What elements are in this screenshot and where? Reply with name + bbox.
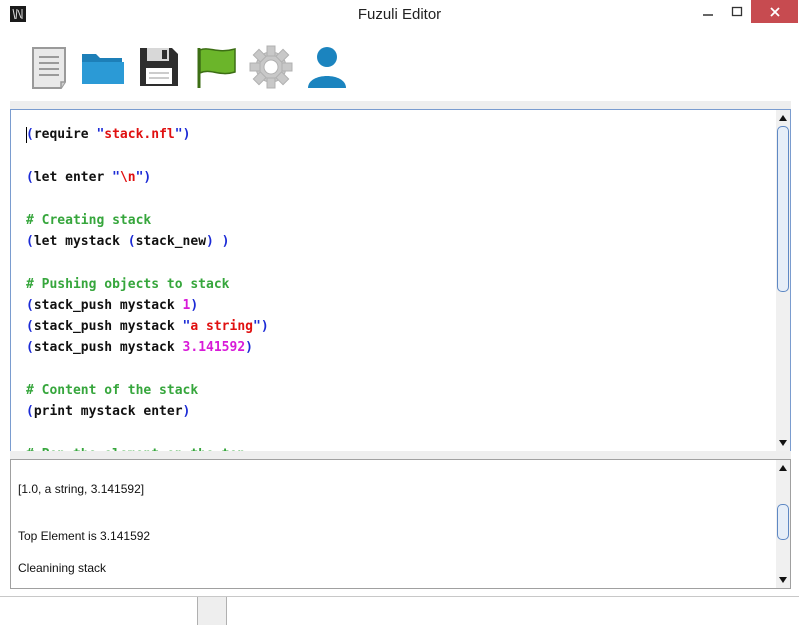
toolbar xyxy=(10,30,791,101)
scroll-up-icon[interactable] xyxy=(776,460,790,476)
code-line: (let mystack (stack_new) ) xyxy=(26,234,230,250)
code-token: ( xyxy=(26,127,34,142)
code-token: ( xyxy=(26,170,34,185)
console-line: Cleanining stack xyxy=(18,561,107,575)
code-token: ( xyxy=(26,404,34,419)
code-comment-line: # Creating stack xyxy=(26,213,151,229)
code-token: # Creating stack xyxy=(26,213,152,228)
code-token: ") xyxy=(253,319,269,334)
settings-gear-icon[interactable] xyxy=(246,42,296,92)
save-floppy-icon[interactable] xyxy=(134,42,184,92)
code-token: let mystack xyxy=(33,234,128,249)
code-token: stack_new xyxy=(135,234,207,249)
minimize-button[interactable] xyxy=(694,0,722,23)
code-token: stack.nfl xyxy=(104,127,175,142)
close-button[interactable] xyxy=(751,0,798,23)
code-token: " xyxy=(174,127,183,142)
code-token: ) xyxy=(190,298,199,313)
code-token: print mystack enter xyxy=(33,404,183,419)
bottom-tab[interactable] xyxy=(197,597,227,625)
bottom-divider xyxy=(0,596,799,597)
console-scrollbar[interactable] xyxy=(776,460,790,588)
console-scroll-thumb[interactable] xyxy=(777,504,789,540)
new-document-icon[interactable] xyxy=(25,42,75,92)
code-token: ) ) xyxy=(206,234,230,249)
code-line: (print mystack enter) xyxy=(26,404,190,420)
code-line: (stack_push mystack "a string") xyxy=(26,319,269,335)
code-token: " xyxy=(112,170,120,185)
code-token: ( xyxy=(127,234,136,249)
output-console[interactable]: [1.0, a string, 3.141592] Top Element is… xyxy=(10,459,791,589)
code-token: \n xyxy=(119,170,136,185)
editor-scroll-thumb[interactable] xyxy=(777,126,789,292)
code-comment-line: # Pushing objects to stack xyxy=(26,277,230,293)
maximize-button[interactable] xyxy=(723,0,751,23)
code-token: # Content of the stack xyxy=(26,383,199,398)
code-line: (stack_push mystack 1) xyxy=(26,298,198,314)
code-token: ( xyxy=(26,298,34,313)
code-token: ") xyxy=(135,170,152,185)
code-area[interactable]: (require "stack.nfl") (let enter "\n") # C… xyxy=(26,110,766,451)
scroll-down-icon[interactable] xyxy=(776,572,790,588)
title-bar[interactable]: Fuzuli Editor xyxy=(0,0,799,30)
console-line: Top Element is 3.141592 xyxy=(18,529,151,543)
code-line: (let enter "\n") xyxy=(26,170,151,186)
user-icon[interactable] xyxy=(302,42,352,92)
code-token: require xyxy=(33,127,97,142)
toolbar-separator xyxy=(10,101,791,109)
code-token: ) xyxy=(182,127,191,142)
code-line: (require "stack.nfl") xyxy=(26,127,190,143)
code-token: stack_push mystack xyxy=(33,319,183,334)
code-token: stack_push mystack xyxy=(33,340,183,355)
code-token: a string xyxy=(190,319,253,334)
scroll-down-icon[interactable] xyxy=(776,435,790,451)
run-flag-icon[interactable] xyxy=(191,42,241,92)
bottom-area xyxy=(0,596,799,625)
code-comment-line: # Content of the stack xyxy=(26,383,198,399)
open-folder-icon[interactable] xyxy=(78,42,128,92)
code-token: stack_push mystack xyxy=(33,298,183,313)
window-title: Fuzuli Editor xyxy=(357,6,442,23)
code-token: ) xyxy=(182,404,191,419)
console-line: [1.0, a string, 3.141592] xyxy=(18,482,145,496)
code-token: 3.141592 xyxy=(182,340,246,355)
code-token: let enter xyxy=(33,170,113,185)
editor-scrollbar[interactable] xyxy=(776,110,790,451)
code-line: (stack_push mystack 3.141592) xyxy=(26,340,253,356)
code-token: ( xyxy=(26,234,34,249)
code-token: # Pushing objects to stack xyxy=(26,277,230,292)
code-token: ( xyxy=(26,340,34,355)
code-token: ) xyxy=(245,340,253,355)
code-token: ( xyxy=(26,319,34,334)
app-window: Fuzuli Editor (require "stack.nfl") (let… xyxy=(0,0,799,600)
split-pane-divider[interactable] xyxy=(10,451,791,459)
scroll-up-icon[interactable] xyxy=(776,110,790,126)
code-editor[interactable]: (require "stack.nfl") (let enter "\n") # C… xyxy=(10,109,791,452)
text-caret xyxy=(26,127,27,143)
